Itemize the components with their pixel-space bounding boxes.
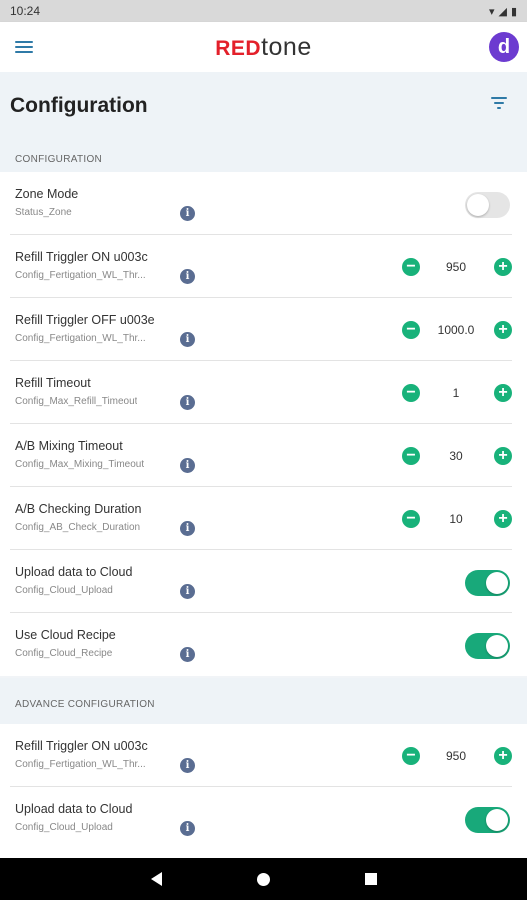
stepper-value: 1000.0 [437, 323, 475, 337]
toggle-knob [467, 194, 489, 216]
list-item: Upload data to Cloud Config_Cloud_Upload i [10, 787, 512, 850]
list-item: Refill Triggler ON u003c Config_Fertigati… [10, 235, 512, 298]
wifi-icon: ▾ [488, 5, 495, 18]
toggle-switch[interactable] [465, 807, 510, 833]
info-icon[interactable]: i [180, 395, 195, 410]
toggle-knob [486, 572, 508, 594]
toggle-switch[interactable] [465, 633, 510, 659]
increment-button[interactable]: + [494, 447, 512, 465]
increment-button[interactable]: + [494, 321, 512, 339]
row-title: Upload data to Cloud [15, 802, 133, 816]
info-icon[interactable]: i [180, 758, 195, 773]
list-item: A/B Checking Duration Config_AB_Check_Dur… [10, 487, 512, 550]
page-title: Configuration [10, 94, 148, 117]
stepper-value: 30 [449, 449, 463, 463]
list-item: Upload data to Cloud Config_Cloud_Upload i [10, 550, 512, 613]
info-icon[interactable]: i [180, 821, 195, 836]
info-icon[interactable]: i [180, 332, 195, 347]
status-icons: ▾ ◢ ▮ [489, 5, 517, 18]
filter-icon[interactable] [491, 97, 507, 111]
info-icon[interactable]: i [180, 584, 195, 599]
list-item: Refill Triggler ON u003c Config_Fertigati… [10, 724, 512, 787]
row-title: Upload data to Cloud [15, 565, 133, 579]
row-subtitle: Config_Cloud_Upload [15, 822, 113, 833]
back-icon[interactable] [150, 872, 162, 886]
section-heading-configuration: CONFIGURATION [0, 142, 527, 172]
row-subtitle: Config_Fertigation_WL_Thr... [15, 333, 146, 344]
stepper-value: 1 [452, 386, 460, 400]
list-item: Refill Triggler OFF u003e Config_Fertigat… [10, 298, 512, 361]
logo-red: RED [215, 36, 262, 60]
row-subtitle: Config_Max_Mixing_Timeout [15, 459, 145, 470]
row-subtitle: Status_Zone [15, 207, 72, 218]
app-bar: REDtone d [0, 22, 527, 72]
info-icon[interactable]: i [180, 521, 195, 536]
row-subtitle: Config_Fertigation_WL_Thr... [15, 270, 146, 281]
increment-button[interactable]: + [494, 747, 512, 765]
stepper-value: 950 [445, 749, 467, 763]
row-title: Refill Timeout [15, 376, 91, 390]
stepper-value: 950 [445, 260, 467, 274]
decrement-button[interactable]: − [402, 510, 420, 528]
recent-apps-icon[interactable] [364, 873, 377, 885]
row-subtitle: Config_Fertigation_WL_Thr... [15, 759, 146, 770]
list-item: Use Cloud Recipe Config_Cloud_Recipe i [10, 613, 512, 676]
decrement-button[interactable]: − [402, 321, 420, 339]
configuration-list: Zone Mode Status_Zone i Refill Triggler ON … [0, 172, 527, 676]
info-icon[interactable]: i [180, 206, 195, 221]
info-icon[interactable]: i [180, 647, 195, 662]
avatar[interactable]: d [489, 32, 519, 62]
row-title: A/B Checking Duration [15, 502, 142, 516]
row-subtitle: Config_Max_Refill_Timeout [15, 396, 138, 407]
battery-icon: ▮ [510, 5, 517, 18]
decrement-button[interactable]: − [402, 747, 420, 765]
row-title: Zone Mode [15, 187, 79, 201]
hamburger-icon[interactable] [14, 38, 34, 56]
status-time: 10:24 [10, 4, 41, 18]
signal-icon: ◢ [498, 5, 507, 18]
list-item: A/B Mixing Timeout Config_Max_Mixing_Time… [10, 424, 512, 487]
row-subtitle: Config_Cloud_Recipe [15, 648, 113, 659]
toggle-knob [486, 635, 508, 657]
advance-configuration-list: Refill Triggler ON u003c Config_Fertigati… [0, 724, 527, 858]
row-subtitle: Config_AB_Check_Duration [15, 522, 141, 533]
stepper-value: 10 [449, 512, 463, 526]
info-icon[interactable]: i [180, 269, 195, 284]
toggle-switch[interactable] [465, 192, 510, 218]
decrement-button[interactable]: − [402, 384, 420, 402]
page-header: Configuration [0, 72, 527, 142]
logo-tone: tone [261, 32, 312, 61]
row-title: Use Cloud Recipe [15, 628, 116, 642]
increment-button[interactable]: + [494, 258, 512, 276]
list-item: Refill Timeout Config_Max_Refill_Timeout i… [10, 361, 512, 424]
row-title: Refill Triggler ON u003c [15, 250, 148, 264]
home-icon[interactable] [256, 872, 270, 886]
row-title: Refill Triggler ON u003c [15, 739, 148, 753]
section-heading-advance: ADVANCE CONFIGURATION [0, 678, 527, 724]
toggle-knob [486, 809, 508, 831]
row-title: Refill Triggler OFF u003e [15, 313, 155, 327]
increment-button[interactable]: + [494, 510, 512, 528]
increment-button[interactable]: + [494, 384, 512, 402]
row-title: A/B Mixing Timeout [15, 439, 123, 453]
status-bar: 10:24 ▾ ◢ ▮ [0, 0, 527, 22]
app-logo: REDtone [215, 33, 312, 62]
info-icon[interactable]: i [180, 458, 195, 473]
decrement-button[interactable]: − [402, 258, 420, 276]
decrement-button[interactable]: − [402, 447, 420, 465]
system-nav-bar [0, 858, 527, 900]
toggle-switch[interactable] [465, 570, 510, 596]
row-subtitle: Config_Cloud_Upload [15, 585, 113, 596]
list-item: Zone Mode Status_Zone i [10, 172, 512, 235]
